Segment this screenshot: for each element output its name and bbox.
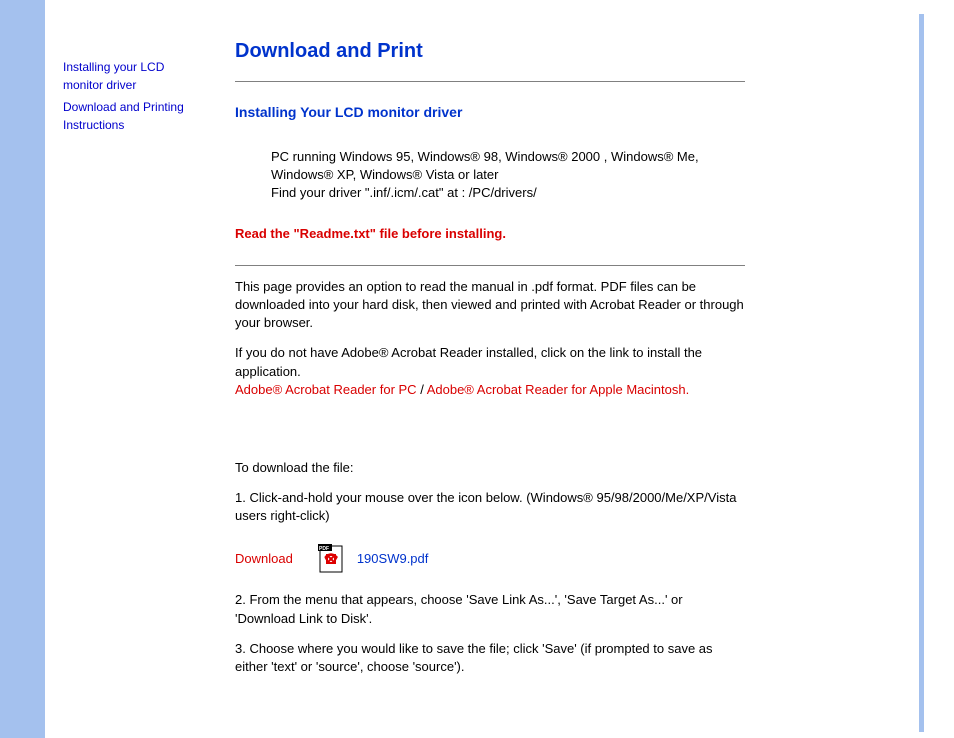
intro-paragraph-1: This page provides an option to read the… xyxy=(235,278,745,333)
svg-text:PDF: PDF xyxy=(319,546,329,552)
right-accent-bar xyxy=(919,14,924,732)
link-acrobat-mac[interactable]: Adobe® Acrobat Reader for Apple Macintos… xyxy=(427,382,690,397)
req-line-1: PC running Windows 95, Windows® 98, Wind… xyxy=(271,148,745,184)
link-acrobat-pc[interactable]: Adobe® Acrobat Reader for PC xyxy=(235,382,417,397)
divider xyxy=(235,81,745,82)
sidebar-nav: Installing your LCD monitor driver Downl… xyxy=(45,0,205,738)
download-step-2: 2. From the menu that appears, choose 'S… xyxy=(235,591,745,627)
page: Installing your LCD monitor driver Downl… xyxy=(0,0,954,738)
download-row: Download PDF 190SW9.pdf xyxy=(235,543,745,573)
left-accent-bar xyxy=(0,0,45,738)
section-title-install: Installing Your LCD monitor driver xyxy=(235,104,745,120)
pdf-download-link[interactable]: PDF 190SW9.pdf xyxy=(317,543,429,573)
pdf-filename: 190SW9.pdf xyxy=(357,551,429,566)
intro-p2-pre: If you do not have Adobe® Acrobat Reader… xyxy=(235,345,702,378)
req-line-2: Find your driver ".inf/.icm/.cat" at : /… xyxy=(271,184,745,202)
nav-link-download-print[interactable]: Download and Printing Instructions xyxy=(63,98,195,134)
requirements-block: PC running Windows 95, Windows® 98, Wind… xyxy=(235,148,745,203)
download-heading: To download the file: xyxy=(235,459,745,477)
warning-text: Read the "Readme.txt" file before instal… xyxy=(235,225,745,243)
download-step-3: 3. Choose where you would like to save t… xyxy=(235,640,745,676)
download-instructions: To download the file: 1. Click-and-hold … xyxy=(235,459,745,676)
download-step-1: 1. Click-and-hold your mouse over the ic… xyxy=(235,489,745,525)
main-content: Download and Print Installing Your LCD m… xyxy=(205,0,765,738)
nav-link-install-driver[interactable]: Installing your LCD monitor driver xyxy=(63,58,195,94)
divider xyxy=(235,265,745,266)
download-label: Download xyxy=(235,551,293,566)
separator: / xyxy=(417,382,427,397)
page-title: Download and Print xyxy=(235,40,745,63)
pdf-icon: PDF xyxy=(317,543,345,573)
intro-paragraph-2: If you do not have Adobe® Acrobat Reader… xyxy=(235,344,745,399)
